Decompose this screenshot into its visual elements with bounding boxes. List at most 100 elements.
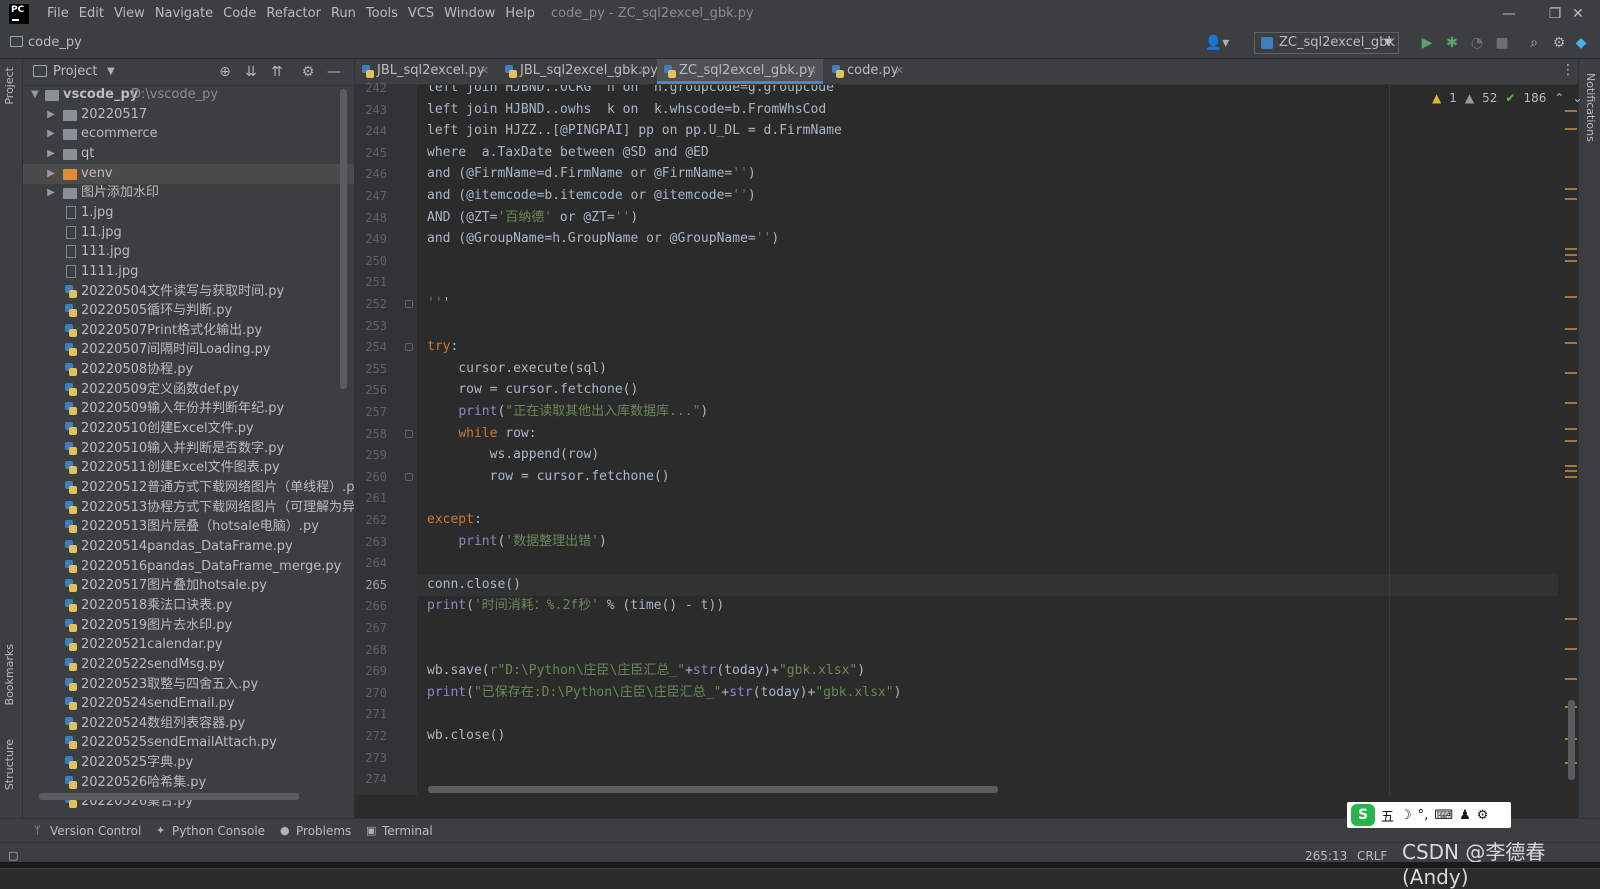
code-line[interactable]: print('时间消耗：%.2f秒' % (time() - t)) <box>417 595 1558 617</box>
run-icon[interactable]: ▶ <box>1416 32 1438 54</box>
jetbrains-toolbox-icon[interactable]: ◆ <box>1570 32 1592 54</box>
stripe-mark[interactable] <box>1565 618 1577 620</box>
chevron-right-icon[interactable]: ▶ <box>45 144 57 164</box>
tree-file[interactable]: 20220521calendar.py <box>23 635 354 655</box>
menu-file[interactable]: File <box>42 0 74 28</box>
menu-view[interactable]: View <box>109 0 150 28</box>
code-line[interactable]: left join HJBND..owhs k on k.whscode=b.F… <box>417 99 1558 121</box>
tree-file[interactable]: 1111.jpg <box>23 262 354 282</box>
editor-vscrollbar[interactable] <box>1568 700 1575 780</box>
search-icon[interactable]: ⌕ <box>1523 32 1545 54</box>
tree-file[interactable]: 20220511创建Excel文件图表.py <box>23 458 354 478</box>
project-tool-button[interactable]: Project <box>3 67 16 105</box>
minimize-button[interactable]: — <box>1486 0 1532 28</box>
ime-mode[interactable]: 五 <box>1381 806 1394 825</box>
tree-file[interactable]: 20220525sendEmailAttach.py <box>23 733 354 753</box>
previous-highlight-icon[interactable]: ⌃ <box>1554 91 1564 105</box>
chevron-right-icon[interactable]: ▶ <box>45 124 57 144</box>
tree-file[interactable]: 11.jpg <box>23 223 354 243</box>
tree-file[interactable]: 20220509输入年份并判断年纪.py <box>23 399 354 419</box>
tree-folder[interactable]: ▶ 20220517 <box>23 105 354 125</box>
chevron-right-icon[interactable]: ▶ <box>45 183 57 203</box>
menu-navigate[interactable]: Navigate <box>150 0 218 28</box>
tree-folder[interactable]: ▶ qt <box>23 144 354 164</box>
editor-tab[interactable]: JBL_sql2excel_gbk.py ✕ <box>498 59 658 84</box>
stripe-mark[interactable] <box>1565 296 1577 298</box>
stripe-mark[interactable] <box>1565 440 1577 442</box>
code-line[interactable]: where a.TaxDate between @SD and @ED <box>417 142 1558 164</box>
stripe-mark[interactable] <box>1565 342 1577 344</box>
editor-tab[interactable]: ZC_sql2excel_gbk.py ✕ <box>657 59 823 84</box>
stripe-mark[interactable] <box>1565 110 1577 112</box>
tree-file[interactable]: 20220513图片层叠（hotsale电脑）.py <box>23 517 354 537</box>
structure-tool-button[interactable]: Structure <box>3 739 16 790</box>
stripe-mark[interactable] <box>1565 328 1577 330</box>
code-line[interactable] <box>417 617 1558 639</box>
breadcrumb-project[interactable]: code_py <box>28 28 82 58</box>
stop-icon[interactable]: ■ <box>1491 32 1513 54</box>
debug-icon[interactable]: ✱ <box>1441 32 1463 54</box>
code-line[interactable] <box>417 250 1558 272</box>
tree-root[interactable]: ▼ vscode_py D:\vscode_py <box>23 85 354 105</box>
tree-file[interactable]: 20220510创建Excel文件.py <box>23 419 354 439</box>
chevron-down-icon[interactable]: ▼ <box>29 85 41 105</box>
code-line[interactable]: print('数据整理出错') <box>417 531 1558 553</box>
code-line[interactable]: try: <box>417 336 1558 358</box>
python-console-tool-button[interactable]: ✦ Python Console <box>156 819 265 843</box>
tree-file[interactable]: 20220507间隔时间Loading.py <box>23 340 354 360</box>
editor-tab[interactable]: code.py ✕ <box>825 59 910 84</box>
tree-file[interactable]: 20220524sendEmail.py <box>23 694 354 714</box>
tree-file[interactable]: 20220516pandas_DataFrame_merge.py <box>23 557 354 577</box>
tree-file[interactable]: 20220508协程.py <box>23 360 354 380</box>
code-line[interactable]: except: <box>417 509 1558 531</box>
code-line[interactable]: and (@FirmName=d.FirmName or @FirmName='… <box>417 163 1558 185</box>
tree-file[interactable]: 20220519图片去水印.py <box>23 616 354 636</box>
stripe-mark[interactable] <box>1565 188 1577 190</box>
next-highlight-icon[interactable]: ⌄ <box>1572 91 1582 105</box>
version-control-tool-button[interactable]: ᛘ Version Control <box>34 819 141 843</box>
tree-file[interactable]: 20220510输入并判断是否数字.py <box>23 439 354 459</box>
inspection-widget[interactable]: ▲ 1 ▲ 52 ✔ 186 ⌃ ⌄ <box>1432 88 1582 108</box>
tree-file[interactable]: 20220512普通方式下载网络图片（单线程）.py <box>23 478 354 498</box>
tree-folder[interactable]: ▶ ecommerce <box>23 124 354 144</box>
hide-panel-icon[interactable]: — <box>323 61 345 83</box>
stripe-mark[interactable] <box>1565 648 1577 650</box>
close-icon[interactable]: ✕ <box>895 59 904 83</box>
menu-code[interactable]: Code <box>218 0 261 28</box>
tree-file[interactable]: 20220507Print格式化输出.py <box>23 321 354 341</box>
tree-file[interactable]: 20220523取整与四舍五入.py <box>23 675 354 695</box>
error-stripe[interactable] <box>1565 110 1577 790</box>
code-line[interactable] <box>417 747 1558 769</box>
code-line[interactable]: print("已保存在:D:\Python\庄臣\庄臣汇总_"+str(toda… <box>417 682 1558 704</box>
more-tabs-icon[interactable]: ⋮ <box>1561 62 1575 78</box>
user-icon[interactable]: 👤▾ <box>1202 32 1232 54</box>
problems-tool-button[interactable]: ● Problems <box>280 819 351 843</box>
chevron-down-icon[interactable]: ▼ <box>107 59 115 85</box>
menu-edit[interactable]: Edit <box>74 0 109 28</box>
code-line[interactable] <box>417 315 1558 337</box>
code-line[interactable] <box>417 639 1558 661</box>
code-editor[interactable]: left join HJBND..OCRG h on h.groupcode=g… <box>417 85 1558 795</box>
tree-file[interactable]: 1.jpg <box>23 203 354 223</box>
tree-file[interactable]: 20220517图片叠加hotsale.py <box>23 576 354 596</box>
punctuation-icon[interactable]: °, <box>1418 808 1429 823</box>
editor-hscrollbar[interactable] <box>428 786 998 793</box>
stripe-mark[interactable] <box>1565 470 1577 472</box>
tree-file[interactable]: 20220525字典.py <box>23 753 354 773</box>
menu-run[interactable]: Run <box>326 0 361 28</box>
gear-icon[interactable]: ⚙ <box>1548 32 1570 54</box>
menu-vcs[interactable]: VCS <box>403 0 439 28</box>
expand-all-icon[interactable]: ⇊ <box>240 61 262 83</box>
tree-file[interactable]: 20220526哈希集.py <box>23 773 354 793</box>
terminal-tool-button[interactable]: ▣ Terminal <box>366 819 433 843</box>
tree-folder[interactable]: ▶ 图片添加水印 <box>23 183 354 203</box>
stripe-mark[interactable] <box>1565 260 1577 262</box>
stripe-mark[interactable] <box>1565 678 1577 680</box>
tree-file[interactable]: 20220504文件读写与获取时间.py <box>23 282 354 302</box>
stripe-mark[interactable] <box>1565 372 1577 374</box>
close-icon[interactable]: ✕ <box>480 59 489 83</box>
code-line[interactable]: ''' <box>417 293 1558 315</box>
grid-icon[interactable]: ⚙ <box>1477 808 1489 823</box>
tree-file[interactable]: 20220524数组列表容器.py <box>23 714 354 734</box>
close-icon[interactable]: ✕ <box>639 59 648 83</box>
